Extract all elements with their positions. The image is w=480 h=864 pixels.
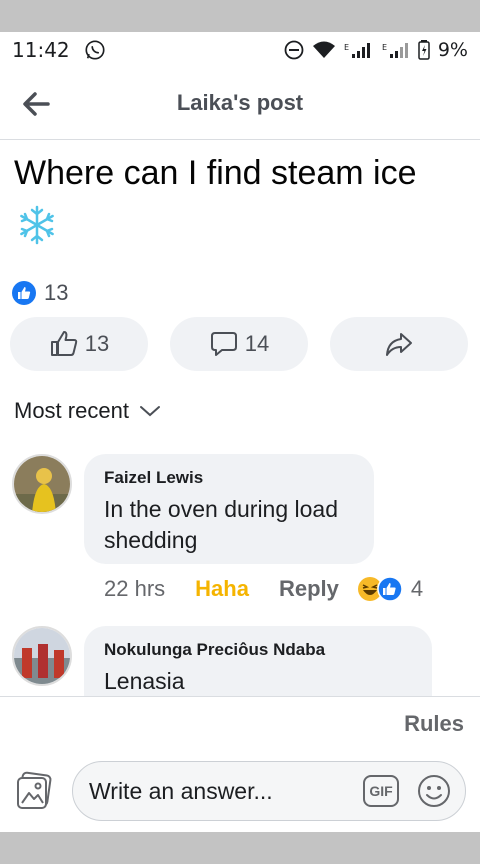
comment-text: Lenasia [104,668,185,694]
do-not-disturb-icon [284,40,304,60]
chevron-down-icon [139,406,160,417]
svg-text:E: E [344,43,349,52]
signal-2-icon: E [382,43,408,58]
gif-button[interactable]: GIF [363,775,399,807]
reply-button[interactable]: Reply [279,576,339,602]
status-time: 11:42 [12,38,70,62]
like-reaction-icon [12,281,36,305]
share-icon [386,333,412,356]
reaction-count: 13 [44,280,69,305]
signal-icon: E [344,43,370,58]
comment-time: 22 hrs [104,576,166,601]
rules-link[interactable]: Rules [404,711,464,737]
comment-author[interactable]: Faizel Lewis [104,468,354,488]
haha-reaction-button[interactable]: Haha [195,576,249,602]
page-title: Laika's post [176,90,304,115]
comment-text: In the oven during load shedding [104,496,339,553]
reaction-summary[interactable]: 13 [12,280,68,306]
snowflake-emoji-icon [20,205,54,245]
comment-reactions[interactable]: 4 [357,576,423,602]
status-bar: 11:42 E E 9% [0,32,480,68]
sort-dropdown[interactable]: Most recent [14,398,161,424]
answer-input[interactable]: Write an answer... GIF [72,761,466,821]
post-header: Laika's post [0,68,480,140]
photo-icon[interactable] [14,771,54,811]
comment-icon [210,332,237,356]
like-reaction-icon [377,576,403,602]
comment-author[interactable]: Nokulunga Preciôus Ndaba [104,640,412,660]
status-icons: E E 9% [284,39,468,61]
answer-placeholder: Write an answer... [89,777,273,804]
comment-reaction-count: 4 [410,576,424,601]
post-text: Where can I find steam ice [14,154,417,192]
avatar[interactable] [12,454,72,514]
emoji-icon[interactable] [417,774,451,808]
comment-bubble[interactable]: Faizel Lewis In the oven during load she… [84,454,374,564]
battery-icon [418,40,430,60]
app-screen: 11:42 E E 9% Laika's post Where can I fi… [0,32,480,832]
comment-button[interactable]: 14 [170,317,308,371]
answer-composer: Rules Write an answer... GIF [0,696,480,832]
post-actions: 13 14 [10,317,470,371]
avatar[interactable] [12,626,72,686]
thumbs-up-icon [50,331,77,356]
like-count: 13 [84,331,110,356]
comment-meta: 22 hrs Haha Reply 4 [104,576,423,602]
sort-label: Most recent [14,398,129,423]
whatsapp-icon [85,40,105,60]
comment-count: 14 [244,331,270,356]
wifi-icon [312,41,335,58]
share-button[interactable] [330,317,468,371]
battery-percent: 9% [437,39,468,61]
like-button[interactable]: 13 [10,317,148,371]
svg-text:E: E [382,43,387,52]
